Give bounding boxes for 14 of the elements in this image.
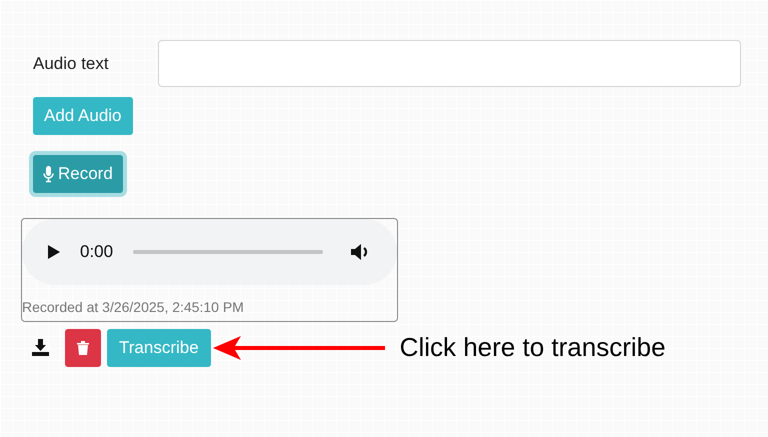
transcribe-button[interactable]: Transcribe: [107, 328, 211, 366]
trash-icon: [77, 340, 89, 354]
add-audio-button[interactable]: Add Audio: [33, 97, 133, 135]
download-icon[interactable]: [32, 339, 49, 356]
recorded-time-caption: Recorded at 3/26/2025, 2:45:10 PM: [22, 298, 245, 317]
input-field[interactable]: [158, 40, 741, 87]
delete-button[interactable]: [65, 328, 101, 366]
time-display: 0:00: [80, 241, 114, 264]
play-icon[interactable]: [48, 245, 60, 259]
seek-track[interactable]: [133, 250, 324, 254]
annotation-text: Click here to transcribe: [400, 331, 666, 364]
record-button[interactable]: Record: [33, 155, 123, 193]
field-label: Audio text: [33, 52, 110, 75]
microphone-icon: [43, 166, 54, 182]
